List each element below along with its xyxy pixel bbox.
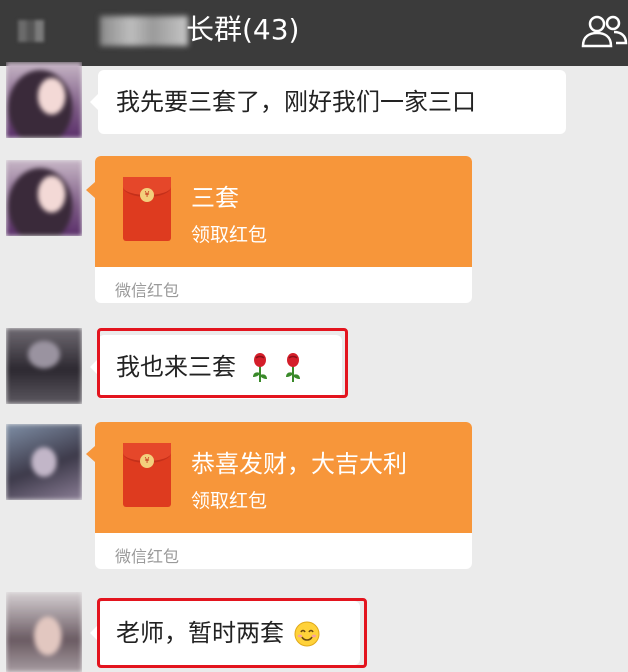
chat-title-bar: 长群(43)	[0, 0, 628, 66]
group-members-icon[interactable]	[580, 12, 628, 52]
red-packet-title: 恭喜发财，大吉大利	[191, 450, 407, 478]
avatar[interactable]	[6, 592, 82, 672]
red-packet-card[interactable]: ¥ 恭喜发财，大吉大利 领取红包 微信红包	[95, 422, 472, 569]
message-text: 我先要三套了，刚好我们一家三口	[116, 88, 476, 116]
back-button[interactable]	[18, 20, 44, 42]
avatar[interactable]	[6, 160, 82, 236]
blurred-group-name	[100, 16, 188, 46]
red-packet-footer: 微信红包	[115, 547, 180, 566]
chat-title: 长群(43)	[186, 13, 300, 46]
avatar[interactable]	[6, 328, 82, 404]
highlight-box	[97, 598, 367, 668]
avatar[interactable]	[6, 424, 82, 500]
red-envelope-icon: ¥	[123, 177, 171, 241]
chat-bubble[interactable]: 我先要三套了，刚好我们一家三口	[90, 70, 566, 134]
red-packet-action: 领取红包	[191, 224, 268, 246]
highlight-box	[97, 328, 348, 398]
red-packet-title: 三套	[191, 184, 239, 212]
red-envelope-icon: ¥	[123, 443, 171, 507]
red-packet-footer: 微信红包	[115, 281, 180, 300]
red-packet-card[interactable]: ¥ 三套 领取红包 微信红包	[95, 156, 472, 303]
red-packet-action: 领取红包	[191, 490, 268, 512]
avatar[interactable]	[6, 62, 82, 138]
